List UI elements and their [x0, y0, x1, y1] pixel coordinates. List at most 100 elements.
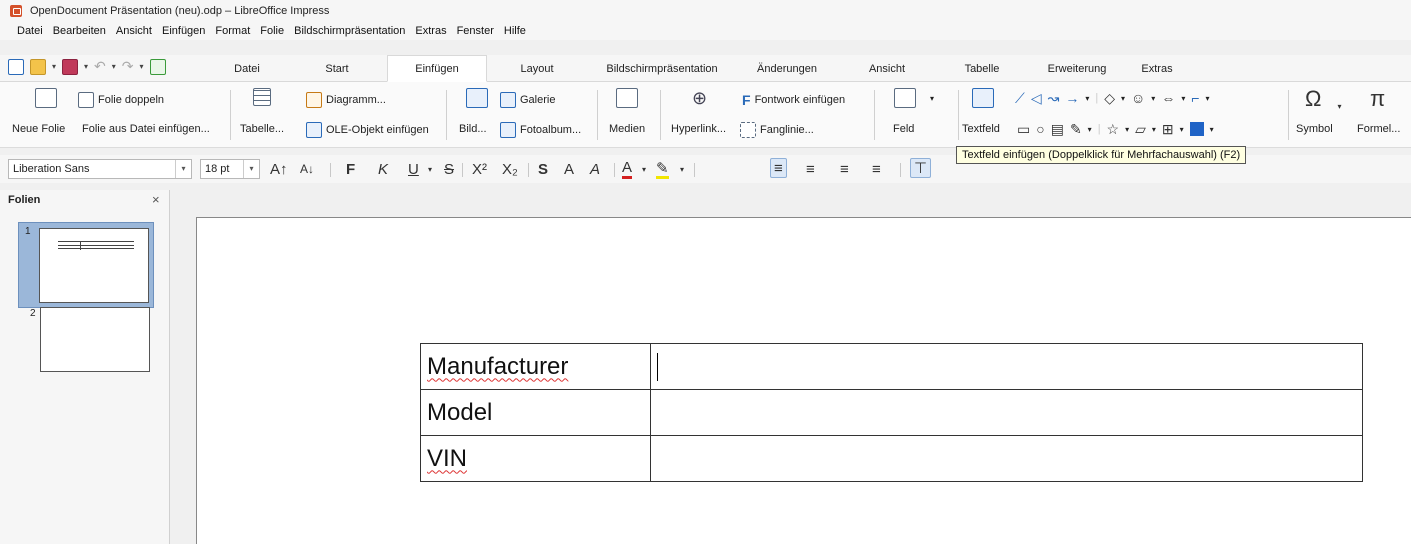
chevron-down-icon[interactable]: ▾	[1151, 94, 1155, 103]
table-cell-label[interactable]: Model	[420, 389, 651, 436]
font-color-icon[interactable]: A	[622, 159, 633, 179]
rectangle-icon[interactable]: ▭	[1017, 121, 1030, 137]
start-presentation-icon[interactable]	[149, 58, 166, 75]
font-size-select[interactable]: 18 pt ▾	[200, 159, 260, 179]
textbox-button[interactable]	[972, 88, 994, 108]
close-icon[interactable]: ×	[152, 192, 160, 207]
chevron-down-icon[interactable]: ▾	[1181, 94, 1185, 103]
insert-slide-from-file-button[interactable]: Folie aus Datei einfügen...	[82, 123, 210, 135]
slide-canvas[interactable]: Manufacturer Model VIN	[196, 217, 1411, 544]
chevron-down-icon[interactable]: ▾	[175, 160, 191, 178]
field-button[interactable]: ▾	[894, 88, 934, 108]
chevron-down-icon[interactable]: ▾	[1088, 125, 1092, 134]
flowchart-icon[interactable]: ⊞	[1162, 121, 1174, 137]
chevron-down-icon[interactable]: ▾	[1206, 94, 1210, 103]
callout-shape-icon[interactable]: ▱	[1135, 121, 1146, 137]
align-left-icon[interactable]: ≡	[770, 158, 787, 178]
table-button[interactable]	[253, 88, 271, 106]
table-cell-label[interactable]: Manufacturer	[420, 343, 651, 390]
strikethrough-icon[interactable]: S	[444, 159, 454, 179]
field-label[interactable]: Feld	[893, 123, 914, 135]
clear-format-icon[interactable]: A	[590, 159, 600, 179]
open-folder-icon[interactable]	[30, 58, 46, 75]
menu-einfuegen[interactable]: Einfügen	[157, 25, 210, 37]
polygon-icon[interactable]: ◁	[1031, 90, 1042, 106]
tab-erweiterung[interactable]: Erweiterung	[1027, 55, 1127, 82]
new-slide-label[interactable]: Neue Folie	[12, 123, 65, 135]
tab-ansicht[interactable]: Ansicht	[837, 55, 937, 82]
photo-album-button[interactable]: Fotoalbum...	[500, 122, 581, 138]
decrease-font-icon[interactable]: A↓	[300, 159, 314, 179]
chevron-down-icon[interactable]: ▾	[1125, 125, 1129, 134]
table-cell-value[interactable]	[650, 435, 1363, 482]
star-shape-icon[interactable]: ☆	[1107, 121, 1120, 137]
undo-icon[interactable]: ↶	[94, 58, 106, 75]
superscript-icon[interactable]: X²	[472, 159, 487, 179]
chevron-down-icon[interactable]: ▾	[84, 62, 88, 71]
menu-format[interactable]: Format	[210, 25, 255, 37]
tab-start[interactable]: Start	[287, 55, 387, 82]
hyperlink-button[interactable]: ⊕	[692, 88, 707, 109]
image-button[interactable]	[466, 88, 488, 108]
table-cell-value[interactable]	[650, 343, 1363, 390]
slide-thumbnail-1[interactable]: 1	[18, 222, 154, 308]
justify-icon[interactable]: ≡	[872, 159, 881, 179]
menu-bearbeiten[interactable]: Bearbeiten	[48, 25, 111, 37]
chevron-down-icon[interactable]: ▾	[1180, 125, 1184, 134]
chevron-down-icon[interactable]: ▾	[1152, 125, 1156, 134]
curve-icon[interactable]: ↝	[1048, 90, 1060, 106]
highlight-color-icon[interactable]: ✎	[656, 159, 669, 179]
media-label[interactable]: Medien	[609, 123, 645, 135]
menu-bildschirmpraesentation[interactable]: Bildschirmpräsentation	[289, 25, 410, 37]
tab-extras[interactable]: Extras	[1127, 55, 1187, 82]
chevron-down-icon[interactable]: ▾	[642, 159, 646, 179]
redo-icon[interactable]: ↷	[122, 58, 134, 75]
ole-object-button[interactable]: OLE-Objekt einfügen	[306, 122, 429, 138]
slide-thumbnail-2[interactable]	[40, 307, 150, 372]
menu-ansicht[interactable]: Ansicht	[111, 25, 157, 37]
arrow-line-icon[interactable]: →	[1065, 90, 1079, 106]
subscript-icon[interactable]: X₂	[502, 159, 518, 179]
chevron-down-icon[interactable]: ▾	[1085, 94, 1089, 103]
symbol-label[interactable]: Symbol	[1296, 123, 1333, 135]
chevron-down-icon[interactable]: ▾	[428, 159, 432, 179]
menu-folie[interactable]: Folie	[255, 25, 289, 37]
line-icon[interactable]: ⟋	[1015, 90, 1025, 106]
tab-layout[interactable]: Layout	[487, 55, 587, 82]
chevron-down-icon[interactable]: ▾	[1210, 125, 1214, 134]
align-right-icon[interactable]: ≡	[840, 159, 849, 179]
menu-extras[interactable]: Extras	[410, 25, 451, 37]
formula-button[interactable]: π	[1370, 86, 1385, 112]
block-arrow-icon[interactable]: ⇔	[1161, 90, 1175, 106]
save-icon[interactable]	[62, 58, 79, 75]
underline-icon[interactable]: U	[408, 159, 419, 179]
table-label[interactable]: Tabelle...	[240, 123, 284, 135]
new-slide-button[interactable]	[35, 88, 57, 108]
symbol-button[interactable]: Ω ▾	[1305, 86, 1341, 112]
align-top-icon[interactable]: ⊤	[910, 158, 932, 178]
chevron-down-icon[interactable]: ▾	[112, 62, 116, 71]
new-document-icon[interactable]	[8, 58, 24, 75]
tab-änderungen[interactable]: Änderungen	[737, 55, 837, 82]
table-cell-value[interactable]	[650, 389, 1363, 436]
outline-icon[interactable]: A	[564, 159, 574, 179]
ellipse-icon[interactable]: ○	[1036, 121, 1044, 137]
text-shape-icon[interactable]: ▤	[1051, 121, 1064, 137]
chevron-down-icon[interactable]: ▾	[243, 160, 259, 178]
menu-fenster[interactable]: Fenster	[452, 25, 499, 37]
formula-label[interactable]: Formel...	[1357, 123, 1400, 135]
media-button[interactable]	[616, 88, 638, 108]
tab-tabelle[interactable]: Tabelle	[937, 55, 1027, 82]
font-name-select[interactable]: Liberation Sans ▾	[8, 159, 192, 179]
tab-datei[interactable]: Datei	[207, 55, 287, 82]
smiley-shape-icon[interactable]: ☺	[1131, 90, 1145, 106]
diamond-shape-icon[interactable]: ◇	[1104, 90, 1115, 106]
menu-datei[interactable]: Datei	[12, 25, 48, 37]
table-cell-label[interactable]: VIN	[420, 435, 651, 482]
snap-line-button[interactable]: Fanglinie...	[740, 122, 814, 138]
fontwork-button[interactable]: F Fontwork einfügen	[742, 92, 845, 108]
tab-einfügen[interactable]: Einfügen	[387, 55, 487, 82]
chart-button[interactable]: Diagramm...	[306, 92, 386, 108]
gallery-button[interactable]: Galerie	[500, 92, 555, 108]
menu-hilfe[interactable]: Hilfe	[499, 25, 531, 37]
